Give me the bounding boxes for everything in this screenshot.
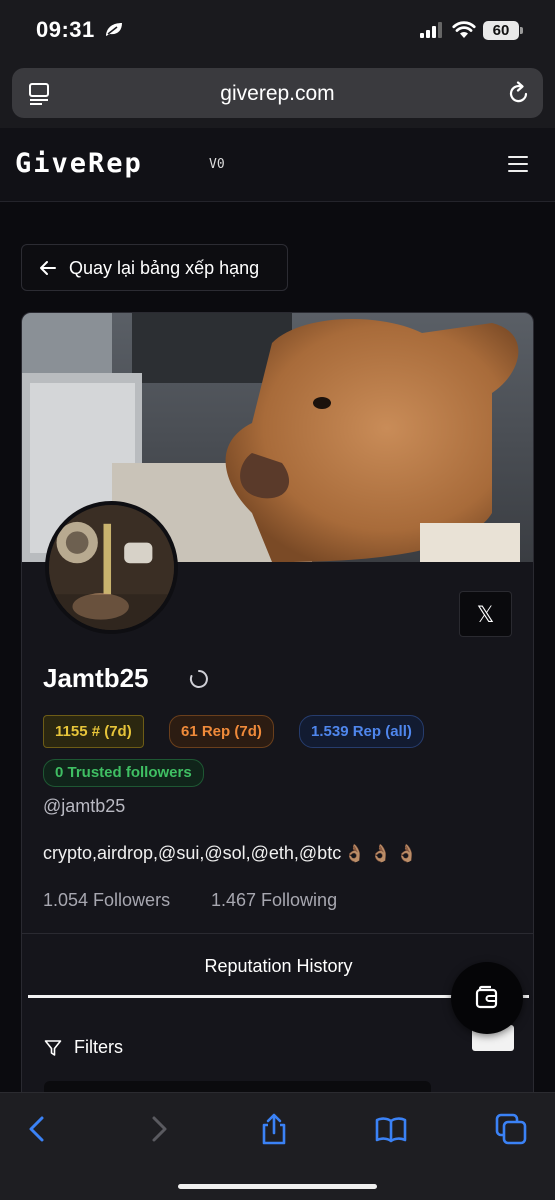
filter-icon: [44, 1040, 62, 1056]
tabs-icon[interactable]: [495, 1113, 527, 1145]
back-to-leaderboard-button[interactable]: Quay lại bảng xếp hạng: [21, 244, 288, 291]
rank-badge: 1155 # (7d): [43, 715, 144, 748]
address-bar[interactable]: giverep.com: [12, 68, 543, 118]
x-logo-icon: 𝕏: [476, 602, 495, 627]
cellular-signal-icon: [420, 22, 442, 38]
following-count[interactable]: 1.467 Following: [211, 890, 337, 911]
home-indicator: [178, 1184, 377, 1189]
profile-bio: crypto,airdrop,@sui,@sol,@eth,@btc 👌🏽 👌🏽 …: [43, 843, 417, 864]
trusted-followers-badge: 0 Trusted followers: [43, 759, 204, 787]
site-logo[interactable]: GiveRep: [15, 148, 143, 179]
loading-spinner-icon: [189, 670, 208, 688]
bookmarks-icon[interactable]: [375, 1113, 407, 1145]
back-button-label: Quay lại bảng xếp hạng: [69, 258, 260, 278]
arrow-left-icon: [40, 261, 56, 275]
forward-chevron-icon[interactable]: [142, 1113, 174, 1145]
profile-name: Jamtb25: [43, 663, 149, 693]
rep-all-badge: 1.539 Rep (all): [299, 715, 424, 748]
x-profile-button[interactable]: 𝕏: [459, 591, 512, 637]
browser-address-area: giverep.com: [0, 62, 555, 128]
site-header: GiveRep V0: [0, 128, 555, 202]
wifi-icon: [452, 21, 476, 38]
reload-icon[interactable]: [508, 81, 530, 105]
hamburger-menu-icon[interactable]: [508, 156, 528, 172]
filters-label[interactable]: Filters: [74, 1037, 123, 1058]
tab-label: Reputation History: [204, 956, 353, 976]
url-text[interactable]: giverep.com: [12, 82, 543, 106]
rep-7d-badge: 61 Rep (7d): [169, 715, 274, 748]
back-chevron-icon[interactable]: [22, 1113, 54, 1145]
profile-avatar: [45, 501, 178, 634]
leaf-icon: [106, 23, 122, 36]
bio-text: crypto,airdrop,@sui,@sol,@eth,@btc: [43, 843, 342, 863]
profile-handle: @jamtb25: [43, 796, 126, 816]
battery-indicator: 60: [483, 21, 523, 40]
followers-count[interactable]: 1.054 Followers: [43, 890, 170, 911]
share-icon[interactable]: [258, 1113, 290, 1145]
wallet-button[interactable]: [451, 962, 523, 1034]
wallet-icon: [475, 985, 498, 1009]
status-bar: 09:31 60: [0, 0, 555, 62]
status-time: 09:31: [36, 17, 95, 42]
ok-hand-emoji-icon: 👌🏽 👌🏽 👌🏽: [344, 844, 418, 863]
version-label: V0: [209, 157, 225, 172]
